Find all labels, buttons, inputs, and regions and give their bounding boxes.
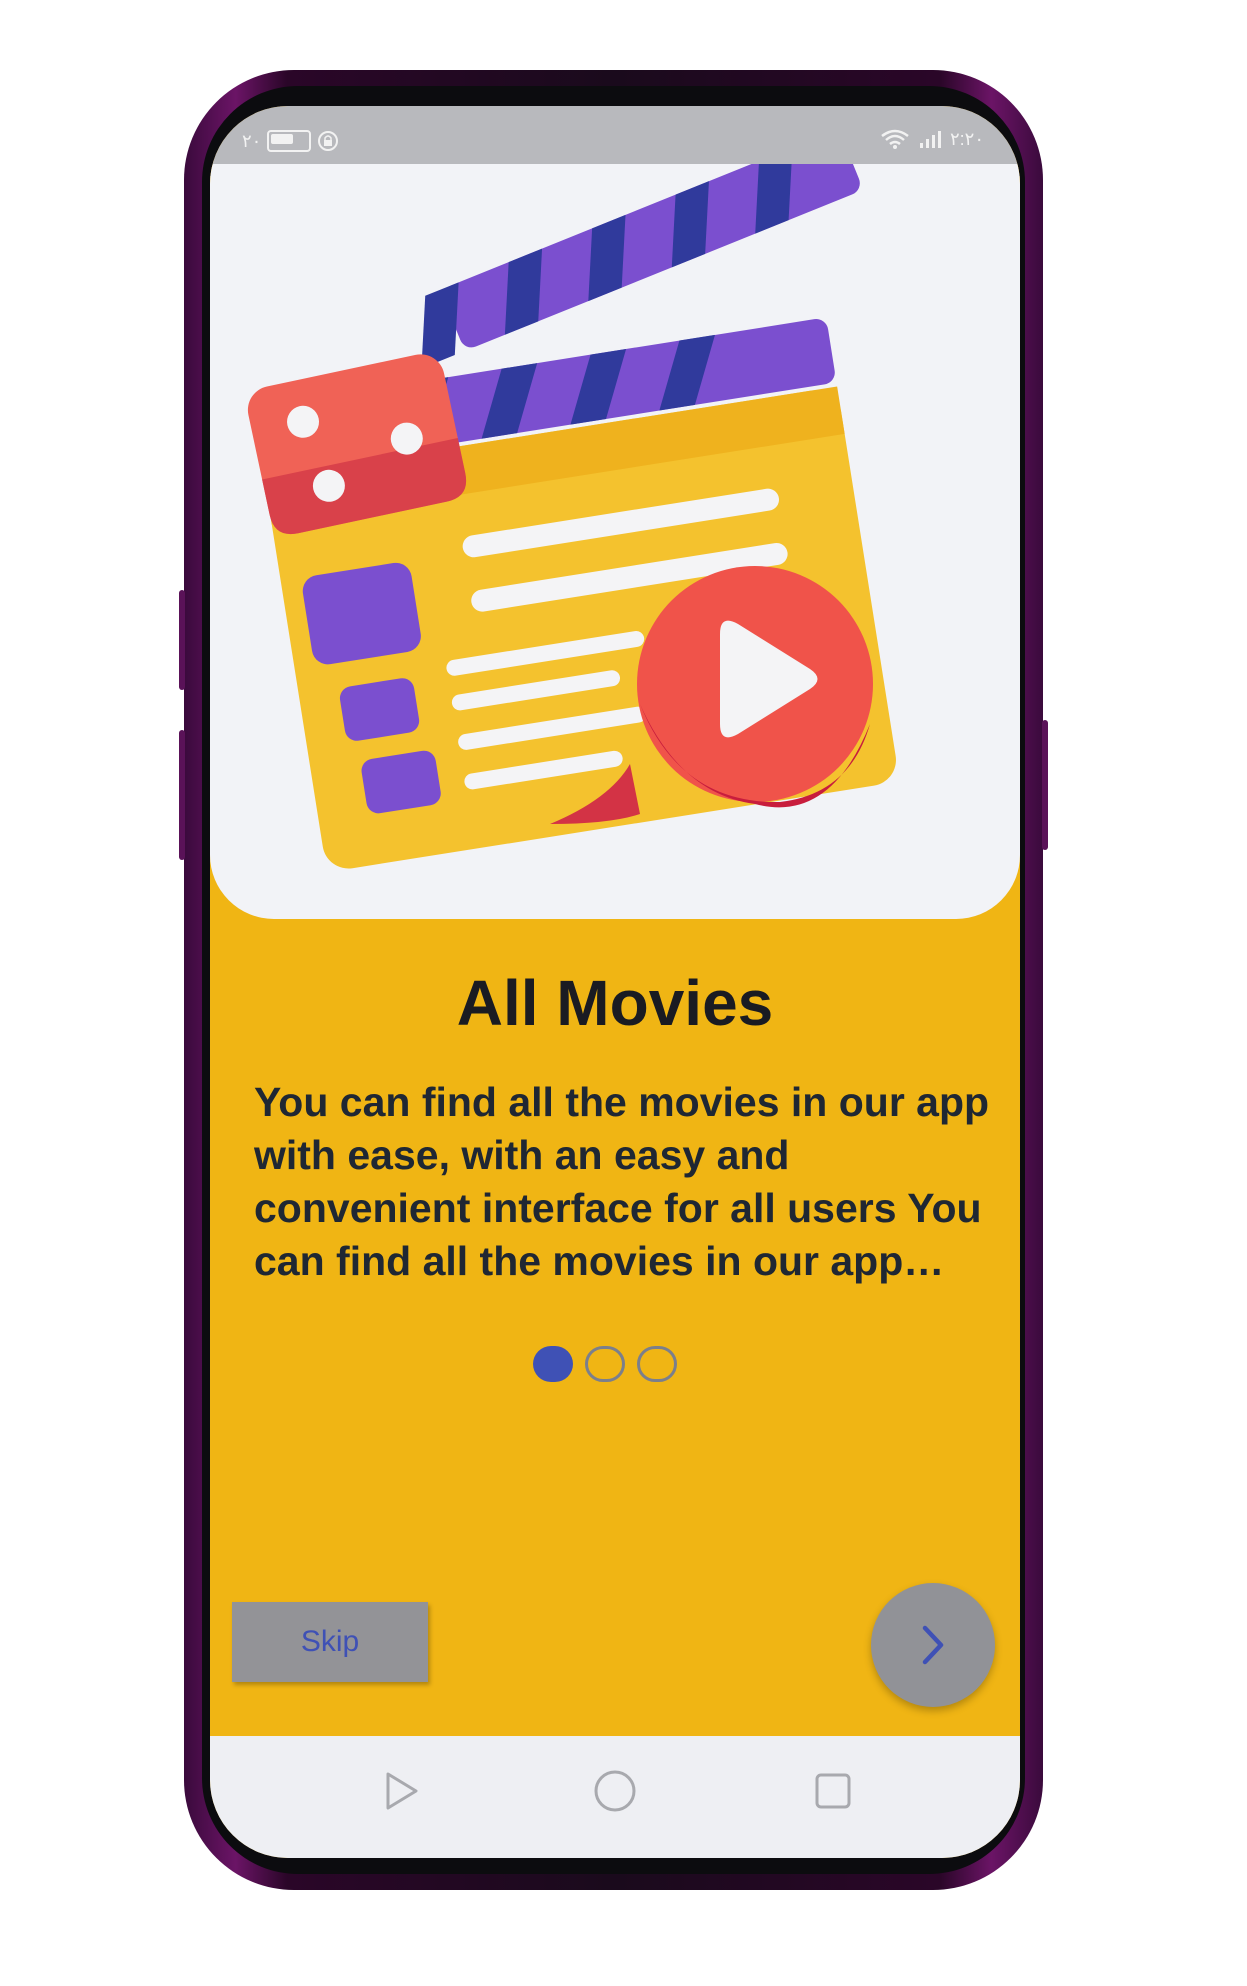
onboarding-description: You can find all the movies in our app w…	[254, 1079, 990, 1284]
battery-icon	[267, 130, 312, 152]
wifi-icon	[881, 129, 909, 149]
lock-rotation-icon	[318, 131, 339, 151]
page-dot-1[interactable]	[533, 1346, 573, 1382]
volume-down-button	[179, 730, 185, 860]
chevron-right-icon	[922, 1625, 944, 1665]
page-dot-3[interactable]	[637, 1346, 677, 1382]
status-bar-right: ٢:٢٠	[880, 128, 984, 150]
page-dot-2[interactable]	[585, 1346, 625, 1382]
page-indicator	[533, 1346, 677, 1382]
status-bar: ٢٠ ٢:٢٠	[210, 106, 1020, 164]
android-nav-bar	[210, 1736, 1020, 1858]
power-button	[1042, 720, 1048, 850]
clapperboard-illustration	[247, 164, 896, 869]
onboarding-title: All Movies	[456, 967, 774, 1039]
square-recents-icon[interactable]	[808, 1766, 858, 1816]
status-time: ٢:٢٠	[949, 128, 984, 149]
volume-up-button	[179, 590, 185, 690]
triangle-back-icon[interactable]	[376, 1766, 426, 1816]
status-bar-left: ٢٠	[242, 130, 339, 152]
skip-button[interactable]: Skip	[232, 1602, 428, 1682]
circle-home-icon[interactable]	[590, 1766, 640, 1816]
phone-screen: ٢٠ ٢:٢٠ All Movies You can find all the …	[210, 106, 1020, 1858]
hero-illustration	[210, 164, 1020, 919]
status-left-text: ٢٠	[242, 130, 262, 151]
next-button[interactable]	[871, 1583, 995, 1707]
signal-icon	[919, 131, 941, 148]
